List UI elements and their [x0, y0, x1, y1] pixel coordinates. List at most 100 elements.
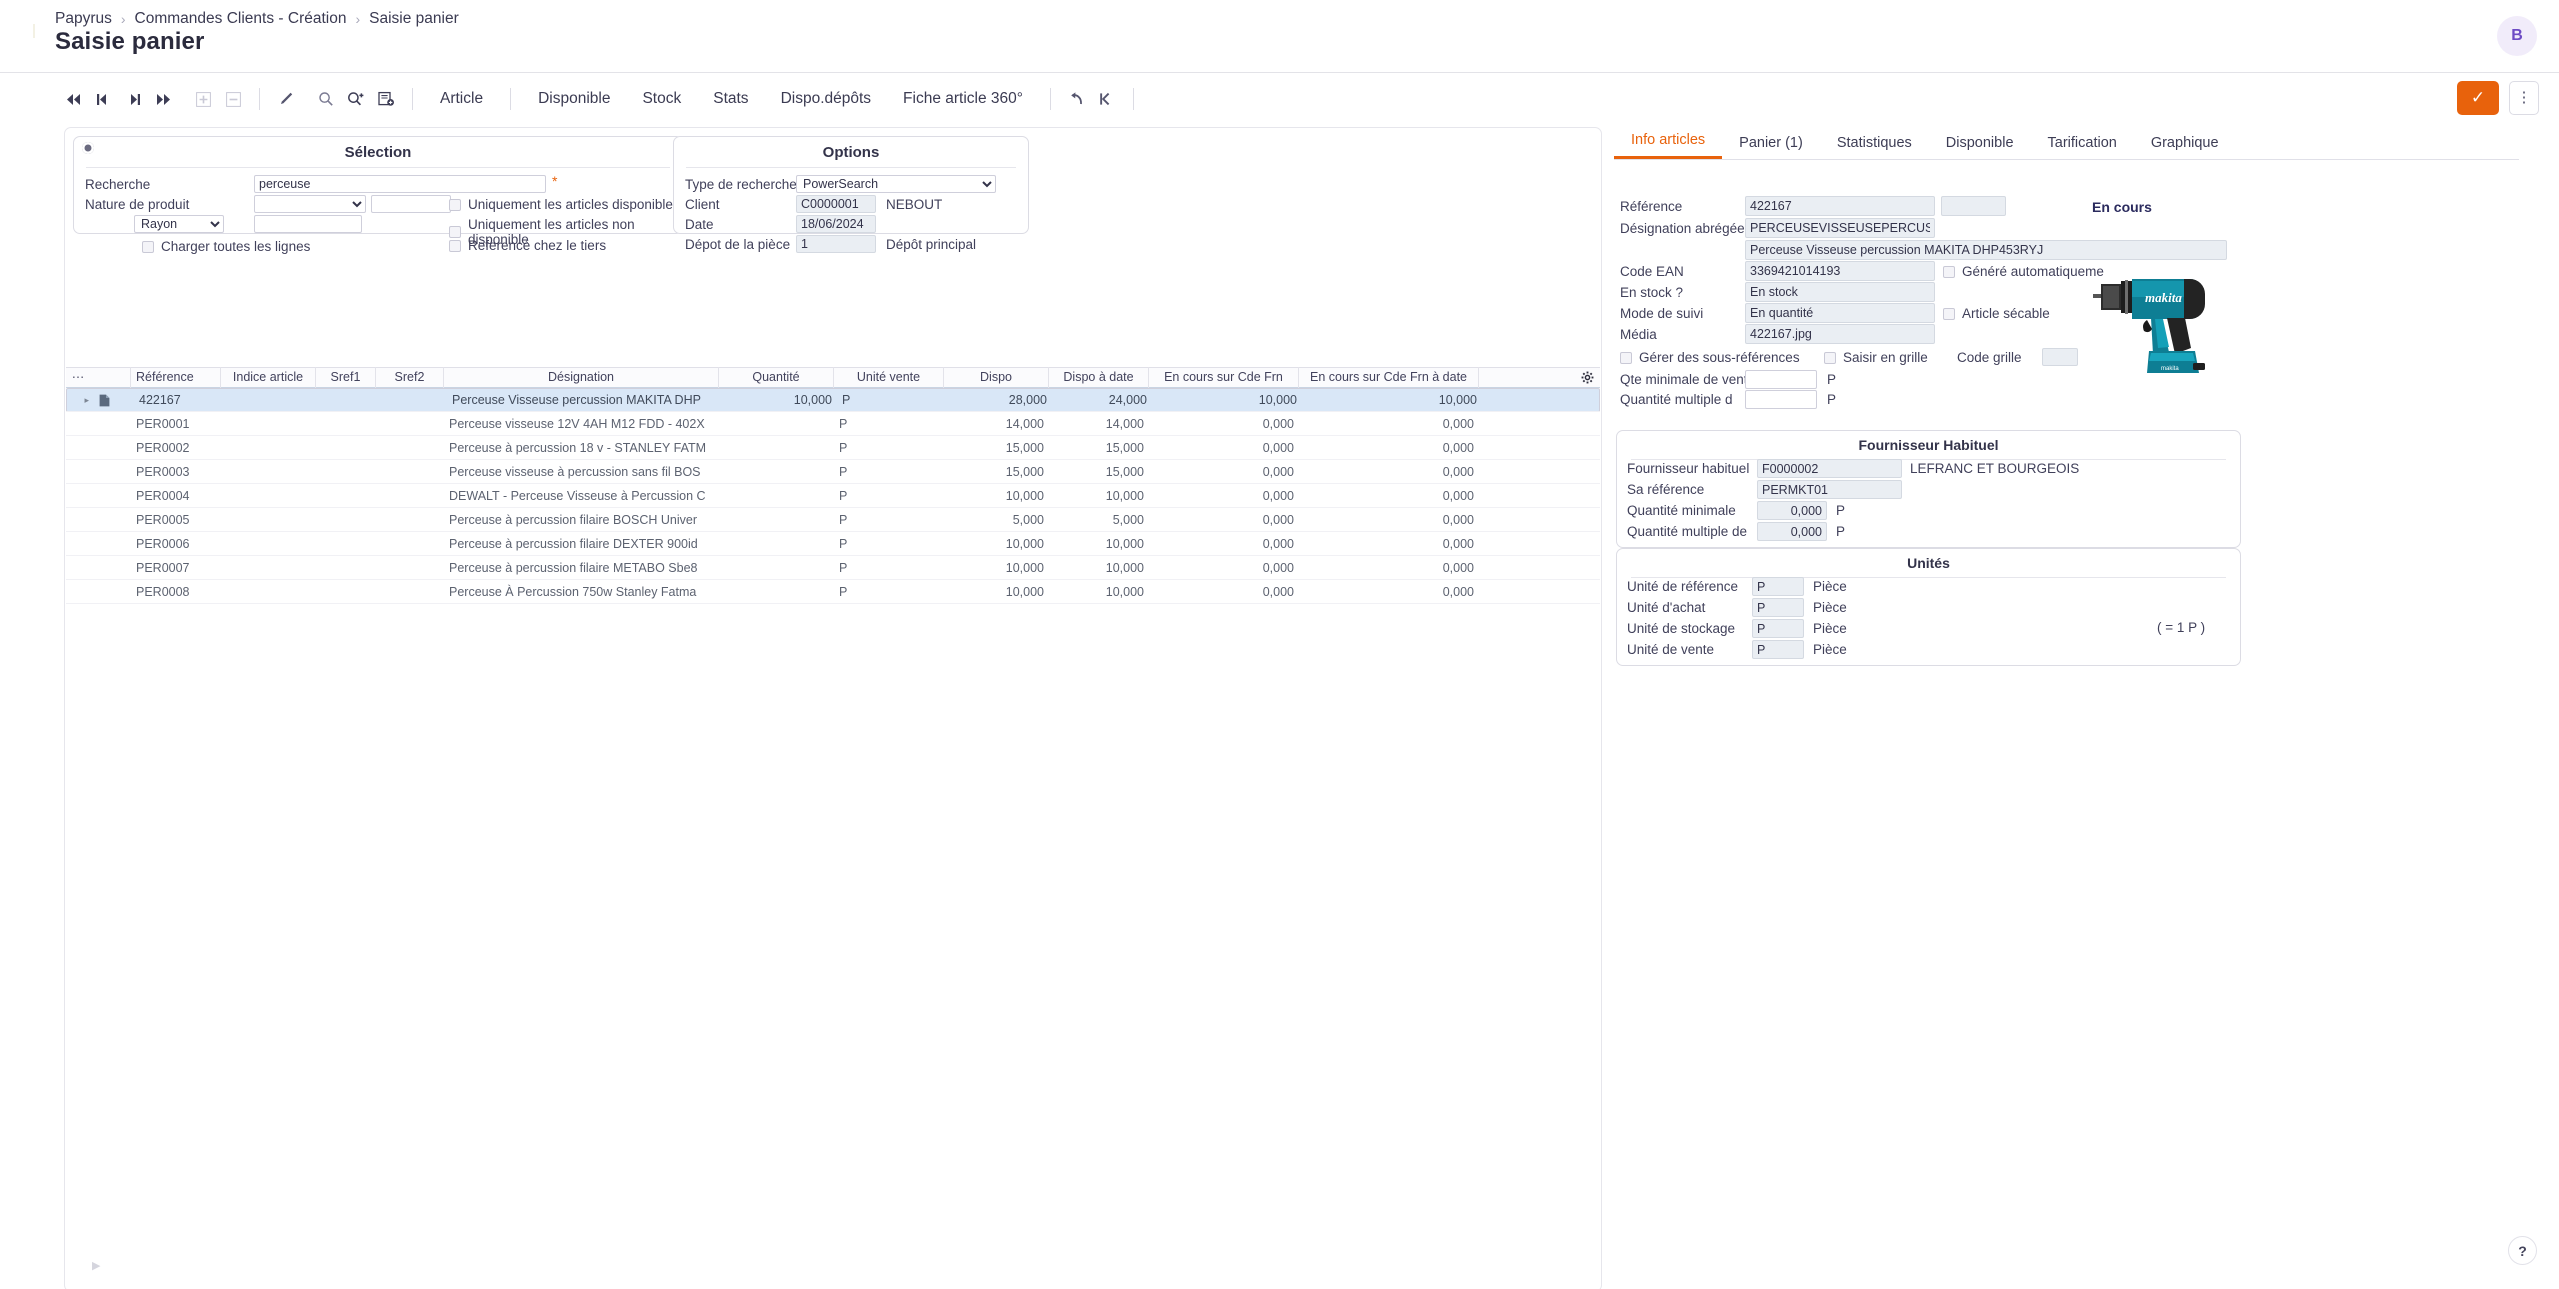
reference-chez-tiers-row[interactable]: Referencé chez le tiers [449, 238, 606, 253]
genere-auto-row[interactable]: Généré automatiqueme [1943, 264, 2104, 279]
undo-icon[interactable] [1062, 84, 1092, 114]
grid-col-encours-cde-frn-a-date[interactable]: En cours sur Cde Frn à date [1299, 367, 1479, 388]
search-icon[interactable] [311, 84, 341, 114]
mode-suivi-field[interactable] [1745, 303, 1935, 323]
table-row[interactable]: ▸ 422167 Perceuse Visseuse percussion MAKI… [66, 388, 1600, 412]
designation-abregee-field[interactable] [1745, 218, 1935, 238]
rayon-select[interactable]: Rayon [134, 215, 224, 233]
avatar[interactable]: B [2497, 16, 2537, 56]
grid-col-reference[interactable]: Référence [131, 367, 221, 388]
row-expander[interactable] [66, 436, 91, 460]
pencil-icon[interactable] [271, 84, 301, 114]
reference-chez-tiers-checkbox[interactable] [449, 239, 461, 252]
table-row[interactable]: PER0007 Perceuse à percussion filaire MET… [66, 556, 1600, 580]
grid-col-unite-vente[interactable]: Unité vente [834, 367, 944, 388]
nature-produit-select[interactable] [254, 195, 366, 213]
gerer-sous-references-checkbox[interactable] [1620, 351, 1632, 364]
next-record-icon[interactable] [118, 84, 148, 114]
grid-col-sref1[interactable]: Sref1 [316, 367, 376, 388]
gerer-sous-references-row[interactable]: Gérer des sous-références [1620, 350, 1800, 365]
more-options-button[interactable]: ⋮ [2509, 81, 2539, 115]
toolbar-link-article[interactable]: Article [424, 90, 499, 108]
grid-col-dispo-a-date[interactable]: Dispo à date [1049, 367, 1149, 388]
breadcrumb-item-0[interactable]: Papyrus [55, 10, 112, 28]
uniquement-non-disponibles-checkbox[interactable] [449, 226, 461, 238]
card-add-icon[interactable] [371, 84, 401, 114]
row-doc-icon[interactable] [91, 580, 131, 604]
breadcrumb-item-1[interactable]: Commandes Clients - Création [135, 10, 347, 28]
table-row[interactable]: PER0001 Perceuse visseuse 12V 4AH M12 FDD… [66, 412, 1600, 436]
nature-produit-extra-input[interactable] [371, 195, 451, 213]
add-row-icon[interactable] [188, 84, 218, 114]
reference-field[interactable] [1745, 196, 1935, 216]
toolbar-link-fiche-article-360[interactable]: Fiche article 360° [887, 90, 1039, 108]
row-doc-icon[interactable] [91, 436, 131, 460]
remove-row-icon[interactable] [218, 84, 248, 114]
rayon-input[interactable] [254, 215, 362, 233]
selection-pin-icon[interactable] [82, 142, 94, 154]
row-doc-icon[interactable] [91, 508, 131, 532]
row-expander[interactable] [66, 580, 91, 604]
unite-field-1[interactable] [1752, 598, 1804, 617]
row-doc-icon[interactable] [94, 388, 134, 412]
toolbar-link-disponible[interactable]: Disponible [522, 90, 626, 108]
detail-tab-tarification[interactable]: Tarification [2031, 135, 2134, 159]
row-expander[interactable] [66, 508, 91, 532]
fournisseur-field-1[interactable] [1757, 480, 1902, 499]
grid-col-designation[interactable]: Désignation [444, 367, 719, 388]
unite-field-2[interactable] [1752, 619, 1804, 638]
row-expander[interactable] [66, 484, 91, 508]
code-ean-field[interactable] [1745, 261, 1935, 281]
depot-piece-input[interactable] [796, 235, 876, 253]
grid-menu-icon[interactable]: ⋯ [66, 367, 91, 388]
table-row[interactable]: PER0004 DEWALT - Perceuse Visseuse à Perc… [66, 484, 1600, 508]
saisir-en-grille-checkbox[interactable] [1824, 351, 1836, 364]
last-record-icon[interactable] [148, 84, 178, 114]
toolbar-link-dispo-depots[interactable]: Dispo.dépôts [765, 90, 887, 108]
zoom-in-icon[interactable] [341, 84, 371, 114]
toolbar-link-stock[interactable]: Stock [626, 90, 697, 108]
fournisseur-field-2[interactable] [1757, 501, 1827, 520]
genere-auto-checkbox[interactable] [1943, 265, 1955, 278]
media-field[interactable] [1745, 324, 1935, 344]
panel-resize-handle[interactable]: ▶ [92, 1259, 100, 1272]
reference-extra-field[interactable] [1941, 196, 2006, 216]
table-row[interactable]: PER0003 Perceuse visseuse à percussion sa… [66, 460, 1600, 484]
help-button[interactable]: ? [2508, 1236, 2537, 1265]
row-doc-icon[interactable] [91, 460, 131, 484]
row-doc-icon[interactable] [91, 412, 131, 436]
client-input[interactable] [796, 195, 876, 213]
code-grille-field[interactable] [2042, 348, 2078, 366]
detail-tab-disponible[interactable]: Disponible [1929, 135, 2031, 159]
unite-field-0[interactable] [1752, 577, 1804, 596]
row-expander[interactable] [66, 412, 91, 436]
grid-col-quantite[interactable]: Quantité [719, 367, 834, 388]
saisir-en-grille-row[interactable]: Saisir en grille [1824, 350, 1928, 365]
row-expander[interactable] [66, 532, 91, 556]
fournisseur-field-3[interactable] [1757, 522, 1827, 541]
en-stock-field[interactable] [1745, 282, 1935, 302]
validate-button[interactable]: ✓ [2457, 81, 2499, 115]
breadcrumb-item-2[interactable]: Saisie panier [369, 10, 459, 28]
collapse-left-icon[interactable] [1092, 84, 1122, 114]
qte-minimale-vente-field[interactable] [1745, 370, 1817, 389]
charger-toutes-lignes-row[interactable]: Charger toutes les lignes [142, 239, 310, 254]
table-row[interactable]: PER0005 Perceuse à percussion filaire BOS… [66, 508, 1600, 532]
detail-tab-graphique[interactable]: Graphique [2134, 135, 2236, 159]
fournisseur-field-0[interactable] [1757, 459, 1902, 478]
detail-tab-panier-1[interactable]: Panier (1) [1722, 135, 1820, 159]
toolbar-link-stats[interactable]: Stats [697, 90, 764, 108]
row-expander[interactable]: ▸ [69, 388, 94, 412]
charger-toutes-lignes-checkbox[interactable] [142, 240, 154, 253]
row-doc-icon[interactable] [91, 484, 131, 508]
grid-col-indice-article[interactable]: Indice article [221, 367, 316, 388]
table-row[interactable]: PER0002 Perceuse à percussion 18 v - STAN… [66, 436, 1600, 460]
type-recherche-select[interactable]: PowerSearch [796, 175, 996, 193]
gear-icon[interactable] [1581, 371, 1594, 387]
table-row[interactable]: PER0006 Perceuse à percussion filaire DEX… [66, 532, 1600, 556]
article-secable-row[interactable]: Article sécable [1943, 306, 2050, 321]
quantite-multiple-field[interactable] [1745, 390, 1817, 409]
row-doc-icon[interactable] [91, 532, 131, 556]
date-input[interactable] [796, 215, 876, 233]
grid-col-dispo[interactable]: Dispo [944, 367, 1049, 388]
